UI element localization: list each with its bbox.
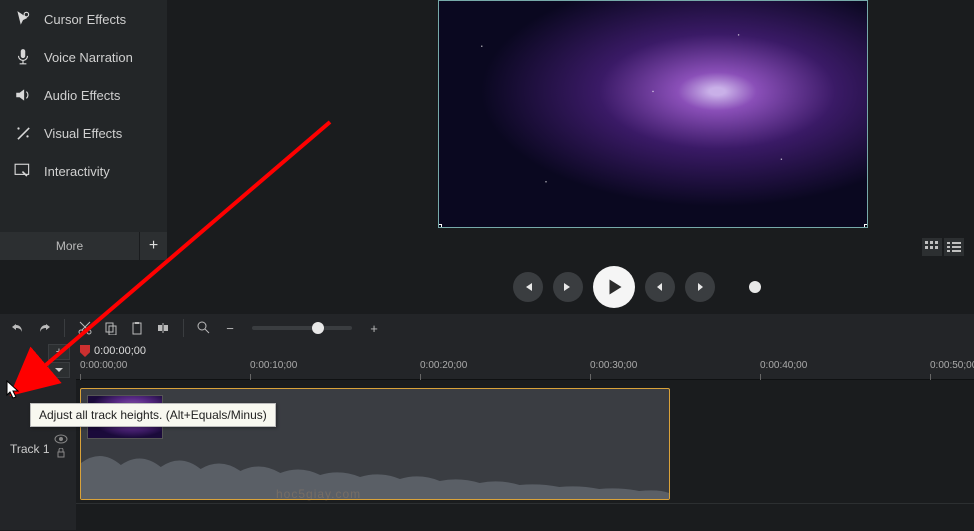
time-ruler[interactable]: 0:00:00;00 0:00:10;00 0:00:20;00 0:00:30… bbox=[76, 360, 974, 380]
collapse-tracks-button[interactable] bbox=[48, 362, 70, 378]
resize-handle[interactable] bbox=[438, 224, 442, 228]
ruler-tick: 0:00:40;00 bbox=[760, 360, 807, 371]
tooltip: Adjust all track heights. (Alt+Equals/Mi… bbox=[30, 403, 276, 427]
sidebar-item-cursor-effects[interactable]: Cursor Effects bbox=[0, 0, 167, 38]
timeline-track-header: + Track 1 bbox=[0, 342, 76, 530]
timeline-toolbar: − + bbox=[0, 314, 974, 342]
speaker-icon bbox=[14, 86, 32, 104]
timeline-tracks-area[interactable]: 0:00:00;00 0:00:00;00 0:00:10;00 0:00:20… bbox=[76, 342, 974, 530]
sidebar-item-label: Interactivity bbox=[44, 164, 110, 179]
split-button[interactable] bbox=[153, 318, 173, 338]
record-indicator bbox=[749, 281, 761, 293]
cut-button[interactable] bbox=[75, 318, 95, 338]
ruler-tick: 0:00:00;00 bbox=[80, 360, 127, 371]
interact-icon bbox=[14, 162, 32, 180]
clip-waveform bbox=[81, 443, 669, 499]
resize-handle[interactable] bbox=[864, 224, 868, 228]
cursor-icon bbox=[14, 10, 32, 28]
view-toggle bbox=[922, 238, 964, 256]
preview-canvas[interactable] bbox=[438, 0, 868, 228]
sidebar-item-voice-narration[interactable]: Voice Narration bbox=[0, 38, 167, 76]
watermark: hoc5giay.com bbox=[276, 487, 361, 501]
ruler-tick: 0:00:20;00 bbox=[420, 360, 467, 371]
zoom-in-button[interactable]: + bbox=[364, 318, 384, 338]
add-track-button[interactable]: + bbox=[48, 344, 70, 360]
zoom-slider[interactable] bbox=[252, 326, 352, 330]
timeline: + Track 1 0:00:00;00 0:00:00;00 0:00:10;… bbox=[0, 342, 974, 530]
grid-view-button[interactable] bbox=[922, 238, 942, 256]
playhead-marker[interactable] bbox=[80, 345, 90, 357]
add-button[interactable]: + bbox=[139, 232, 167, 260]
sidebar-item-visual-effects[interactable]: Visual Effects bbox=[0, 114, 167, 152]
track-label: Track 1 bbox=[10, 442, 50, 456]
sidebar-item-label: Cursor Effects bbox=[44, 12, 126, 27]
sidebar-item-label: Visual Effects bbox=[44, 126, 122, 141]
cursor-pointer-icon bbox=[6, 380, 22, 400]
copy-button[interactable] bbox=[101, 318, 121, 338]
playhead[interactable]: 0:00:00;00 bbox=[80, 342, 146, 360]
more-button[interactable]: More bbox=[0, 239, 139, 253]
undo-button[interactable] bbox=[8, 318, 28, 338]
wand-icon bbox=[14, 124, 32, 142]
prev-button[interactable] bbox=[645, 272, 675, 302]
sidebar-item-label: Voice Narration bbox=[44, 50, 133, 65]
sidebar-item-interactivity[interactable]: Interactivity bbox=[0, 152, 167, 190]
sidebar-item-audio-effects[interactable]: Audio Effects bbox=[0, 76, 167, 114]
next-button[interactable] bbox=[685, 272, 715, 302]
prev-frame-button[interactable] bbox=[513, 272, 543, 302]
track-row[interactable]: Nebula - 25168 hoc5giay.com bbox=[76, 384, 974, 504]
playback-controls bbox=[0, 260, 974, 314]
zoom-thumb[interactable] bbox=[312, 322, 324, 334]
sidebar: Cursor Effects Voice Narration Audio Eff… bbox=[0, 0, 167, 260]
ruler-tick: 0:00:10;00 bbox=[250, 360, 297, 371]
track-lock-icon[interactable] bbox=[54, 448, 68, 458]
playhead-time-label: 0:00:00;00 bbox=[94, 345, 146, 357]
sidebar-more-row: More + bbox=[0, 232, 167, 260]
track-visible-icon[interactable] bbox=[54, 434, 68, 444]
sidebar-item-label: Audio Effects bbox=[44, 88, 120, 103]
redo-button[interactable] bbox=[34, 318, 54, 338]
zoom-icon bbox=[194, 318, 214, 338]
ruler-tick: 0:00:50;00 bbox=[930, 360, 974, 371]
mic-icon bbox=[14, 48, 32, 66]
next-frame-button[interactable] bbox=[553, 272, 583, 302]
ruler-tick: 0:00:30;00 bbox=[590, 360, 637, 371]
paste-button[interactable] bbox=[127, 318, 147, 338]
list-view-button[interactable] bbox=[944, 238, 964, 256]
play-button[interactable] bbox=[593, 266, 635, 308]
zoom-out-button[interactable]: − bbox=[220, 318, 240, 338]
